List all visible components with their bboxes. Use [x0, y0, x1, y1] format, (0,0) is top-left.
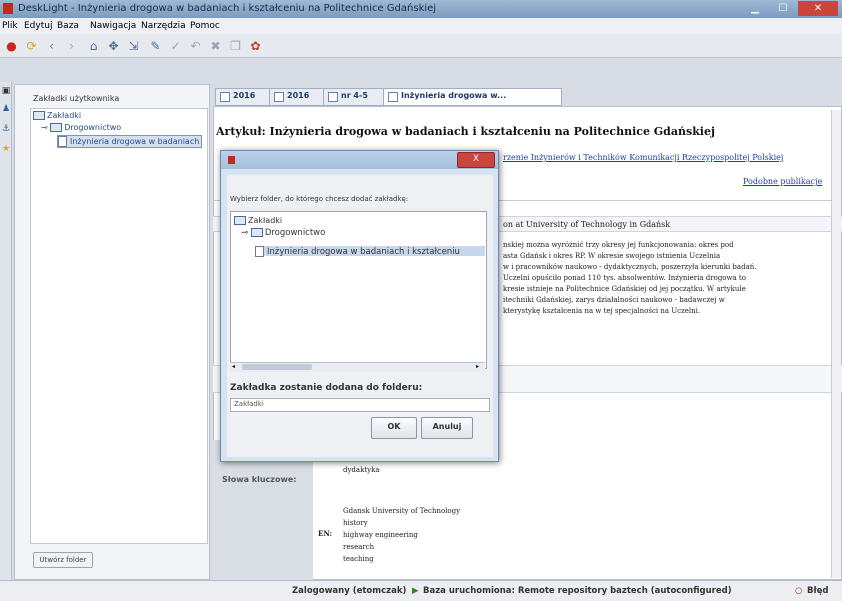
menu-nawigacja[interactable]: Nawigacja: [90, 21, 136, 31]
en-keywords: Gdansk University of Technology history …: [343, 505, 460, 565]
copy-icon[interactable]: ❐: [228, 39, 243, 54]
dialog-prompt: Wybierz folder, do którego chcesz dodać …: [230, 195, 409, 203]
menu-bar: Plik Edytuj Baza Nawigacja Narzędzia Pom…: [0, 18, 842, 34]
window-title: DeskLight - Inżynieria drogowa w badania…: [18, 3, 437, 14]
abstract-line: kterystykę kształcenia na w tej specjaln…: [503, 307, 701, 315]
delete-icon[interactable]: ✖: [208, 39, 223, 54]
scroll-left-icon[interactable]: ◂: [232, 363, 235, 370]
status-user: Zalogowany (etomczak): [292, 586, 407, 596]
toolbar: ● ⟳ ‹ › ⌂ ✥ ⇲ ✎ ✓ ↶ ✖ ❐ ✿: [0, 34, 842, 58]
status-errors[interactable]: Błęd: [807, 586, 828, 596]
abstract-line: Uczelni opuściło ponad 110 tys. absolwen…: [503, 274, 746, 282]
keyword: history: [343, 519, 368, 527]
menu-baza[interactable]: Baza: [57, 21, 79, 31]
edit-icon[interactable]: ✎: [148, 39, 163, 54]
database-icon[interactable]: ▣: [1, 86, 11, 96]
publisher-link[interactable]: rzenie Inżynierów i Techników Komunikacj…: [503, 153, 783, 162]
english-title: on at University of Technology in Gdańsk: [503, 220, 671, 229]
scrollbar-thumb[interactable]: [242, 364, 312, 370]
keyword: highway engineering: [343, 531, 418, 539]
menu-plik[interactable]: Plik: [2, 21, 18, 31]
cancel-button[interactable]: Anuluj: [421, 417, 473, 439]
abstract: nskiej można wyróżnić trzy okresy jej fu…: [503, 240, 756, 317]
abstract-line: w i pracowników naukowo - dydaktycznych,…: [503, 263, 757, 271]
similar-publications-link[interactable]: Podobne publikacje: [743, 177, 822, 186]
app-icon: [228, 156, 235, 164]
scroll-right-icon[interactable]: ▸: [476, 363, 479, 370]
network-icon[interactable]: ✥: [106, 39, 121, 54]
refresh-icon[interactable]: ⟳: [24, 39, 39, 54]
abstract-line: kresie istnieje na Politechnice Gdańskie…: [503, 285, 746, 293]
add-bookmark-dialog: X Wybierz folder, do którego chcesz doda…: [220, 150, 499, 462]
content-scrollbar[interactable]: [831, 110, 841, 578]
abstract-line: asta Gdańsk i okres RP. W okresie swojeg…: [503, 252, 721, 260]
bookmark-tree: Zakładki ⊸ Drogownictwo Inżynieria drogo…: [30, 108, 208, 544]
menu-pomoc[interactable]: Pomoc: [190, 21, 220, 31]
destination-label: Zakładka zostanie dodana do folderu:: [230, 383, 423, 393]
new-folder-button[interactable]: Utwórz folder: [33, 552, 93, 568]
anchor-icon[interactable]: ⚓: [1, 124, 11, 134]
ok-button[interactable]: OK: [371, 417, 417, 439]
folder-icon: [33, 111, 45, 120]
folder-icon: [234, 216, 246, 225]
app-icon: [3, 3, 13, 14]
dialog-tree-folder[interactable]: ⊸ Drogownictwo: [241, 228, 325, 238]
minimize-icon[interactable]: ▁: [742, 1, 768, 16]
star-icon[interactable]: ★: [1, 144, 11, 154]
dialog-body: Wybierz folder, do którego chcesz dodać …: [227, 175, 493, 457]
dialog-titlebar: X: [221, 151, 498, 169]
check-icon[interactable]: ✓: [168, 39, 183, 54]
abstract-line: nskiej można wyróżnić trzy okresy jej fu…: [503, 241, 734, 249]
dialog-close-button[interactable]: X: [457, 152, 495, 168]
keyword: teaching: [343, 555, 374, 563]
export-icon[interactable]: ⇲: [126, 39, 141, 54]
home-icon[interactable]: ⌂: [86, 39, 101, 54]
horizontal-scrollbar[interactable]: ◂ ▸: [230, 362, 485, 372]
title-bar: DeskLight - Inżynieria drogowa w badania…: [0, 0, 842, 18]
document-icon: [255, 246, 264, 257]
folder-icon: [250, 228, 263, 237]
dialog-tree-item[interactable]: Inżynieria drogowa w badaniach i kształc…: [255, 246, 460, 257]
folder-tree: Zakładki ⊸ Drogownictwo Inżynieria drogo…: [230, 211, 487, 369]
destination-field[interactable]: Zakładki: [230, 398, 490, 412]
tab-article[interactable]: Inżynieria drogowa w...: [383, 88, 562, 106]
tree-folder[interactable]: ⊸ Drogownictwo: [41, 123, 121, 132]
maximize-icon[interactable]: ☐: [770, 1, 796, 16]
left-strip: ▣ ♟ ⚓ ★: [0, 82, 12, 580]
keyword: Gdansk University of Technology: [343, 507, 461, 515]
dialog-tree-root[interactable]: Zakładki: [234, 216, 282, 225]
keyword: research: [343, 543, 375, 551]
back-icon[interactable]: ‹: [44, 39, 59, 54]
plugin-icon[interactable]: ✿: [248, 39, 263, 54]
status-bar: Zalogowany (etomczak) ▶ Baza uruchomiona…: [0, 580, 842, 601]
folder-icon: [50, 123, 63, 132]
status-db-icon: ▶: [412, 586, 419, 596]
article-title: Artykuł: Inżynieria drogowa w badaniach …: [216, 125, 715, 138]
tree-root[interactable]: Zakładki: [33, 111, 81, 120]
stop-icon[interactable]: ●: [4, 39, 19, 54]
keyword: dydaktyka: [343, 466, 380, 474]
abstract-line: itechniki Gdańskiej, zarys działalności …: [503, 296, 725, 304]
menu-edytuj[interactable]: Edytuj: [24, 21, 52, 31]
document-icon: [58, 136, 67, 147]
status-db: Baza uruchomiona: Remote repository bazt…: [423, 586, 732, 596]
status-error-icon: ○: [795, 586, 803, 596]
bookmark-panel-title: Zakładki użytkownika: [33, 94, 120, 103]
keywords-label: Słowa kluczowe:: [222, 475, 297, 484]
person-icon[interactable]: ♟: [1, 104, 11, 114]
forward-icon[interactable]: ›: [64, 39, 79, 54]
tree-bookmark-item[interactable]: Inżynieria drogowa w badaniach: [57, 135, 203, 148]
tab-bar: 2016 2016 nr 4-5 Inżynieria drogowa w...: [213, 86, 842, 106]
en-label: EN:: [318, 529, 333, 538]
close-icon[interactable]: ✕: [798, 1, 838, 16]
menu-narzedzia[interactable]: Narzędzia: [141, 21, 186, 31]
undo-icon[interactable]: ↶: [188, 39, 203, 54]
